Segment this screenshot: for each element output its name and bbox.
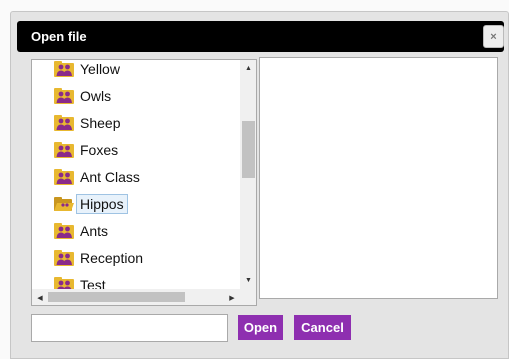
scroll-down-icon[interactable]: ▼ — [240, 272, 256, 289]
close-button[interactable]: × — [483, 25, 504, 48]
folder-item[interactable]: Ants — [54, 219, 108, 243]
folder-item[interactable]: Ant Class — [54, 165, 140, 189]
folder-item[interactable]: Yellow — [54, 60, 120, 81]
folder-item-label: Hippos — [76, 194, 128, 214]
close-icon: × — [490, 30, 497, 43]
group-folder-icon — [54, 250, 74, 266]
vertical-scroll-thumb[interactable] — [242, 121, 255, 178]
group-folder-icon — [54, 223, 74, 239]
group-folder-icon — [54, 169, 74, 185]
folder-item-label: Ants — [80, 223, 109, 239]
preview-panel — [259, 57, 498, 299]
folder-item-label: Test — [80, 277, 106, 289]
dialog-titlebar[interactable]: Open file × — [17, 21, 504, 52]
folder-item-label: Yellow — [80, 61, 120, 77]
folder-item[interactable]: Owls — [54, 84, 111, 108]
group-folder-icon — [54, 61, 74, 77]
folder-item[interactable]: Reception — [54, 246, 143, 270]
horizontal-scroll-thumb[interactable] — [48, 292, 185, 302]
folder-item-label: Foxes — [80, 142, 119, 158]
filename-input[interactable] — [31, 314, 228, 342]
open-folder-icon — [54, 196, 74, 212]
folder-item-label: Reception — [80, 250, 144, 266]
scroll-left-icon[interactable]: ◀ — [32, 289, 48, 305]
folder-item[interactable]: Hippos — [54, 192, 128, 216]
open-file-dialog: Open file × Yellow Owls Sheep Foxes Ant Clas… — [10, 11, 509, 359]
folder-item-label: Ant Class — [80, 169, 140, 185]
group-folder-icon — [54, 277, 74, 289]
dialog-title: Open file — [31, 29, 87, 44]
cancel-button[interactable]: Cancel — [294, 315, 351, 340]
open-button[interactable]: Open — [238, 315, 283, 340]
vertical-scrollbar[interactable]: ▲ ▼ — [240, 60, 256, 289]
group-folder-icon — [54, 115, 74, 131]
scroll-up-icon[interactable]: ▲ — [240, 60, 256, 77]
group-folder-icon — [54, 142, 74, 158]
folder-item-label: Owls — [80, 88, 112, 104]
horizontal-scrollbar[interactable]: ◀ ▶ — [32, 289, 240, 305]
group-folder-icon — [54, 88, 74, 104]
scrollbar-corner — [240, 289, 256, 305]
folder-item[interactable]: Test — [54, 273, 106, 289]
folder-item-label: Sheep — [80, 115, 121, 131]
folder-tree-panel: Yellow Owls Sheep Foxes Ant Class Hippos Ants R… — [31, 59, 257, 306]
folder-item[interactable]: Foxes — [54, 138, 118, 162]
folder-item[interactable]: Sheep — [54, 111, 120, 135]
folder-list: Yellow Owls Sheep Foxes Ant Class Hippos Ants R… — [32, 60, 240, 289]
scroll-right-icon[interactable]: ▶ — [224, 289, 240, 305]
